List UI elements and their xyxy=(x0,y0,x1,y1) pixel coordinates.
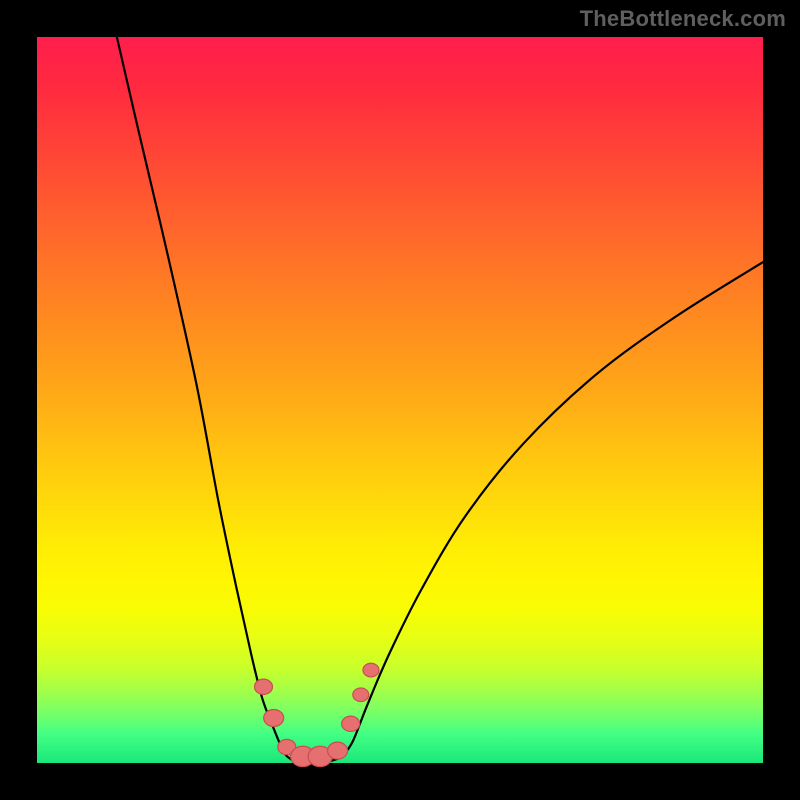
data-marker xyxy=(342,716,360,731)
chart-frame: TheBottleneck.com xyxy=(0,0,800,800)
data-marker xyxy=(264,709,284,726)
data-marker xyxy=(255,679,273,694)
plot-area xyxy=(37,37,763,763)
data-marker xyxy=(353,688,369,702)
watermark-text: TheBottleneck.com xyxy=(580,6,786,32)
curve-left-branch xyxy=(117,37,291,759)
chart-svg xyxy=(37,37,763,763)
left-axis-strip xyxy=(0,37,37,763)
markers-group xyxy=(255,663,379,766)
bottom-axis-strip xyxy=(37,763,763,800)
curve-right-branch xyxy=(342,262,763,757)
data-marker xyxy=(328,742,348,759)
data-marker xyxy=(363,663,379,677)
